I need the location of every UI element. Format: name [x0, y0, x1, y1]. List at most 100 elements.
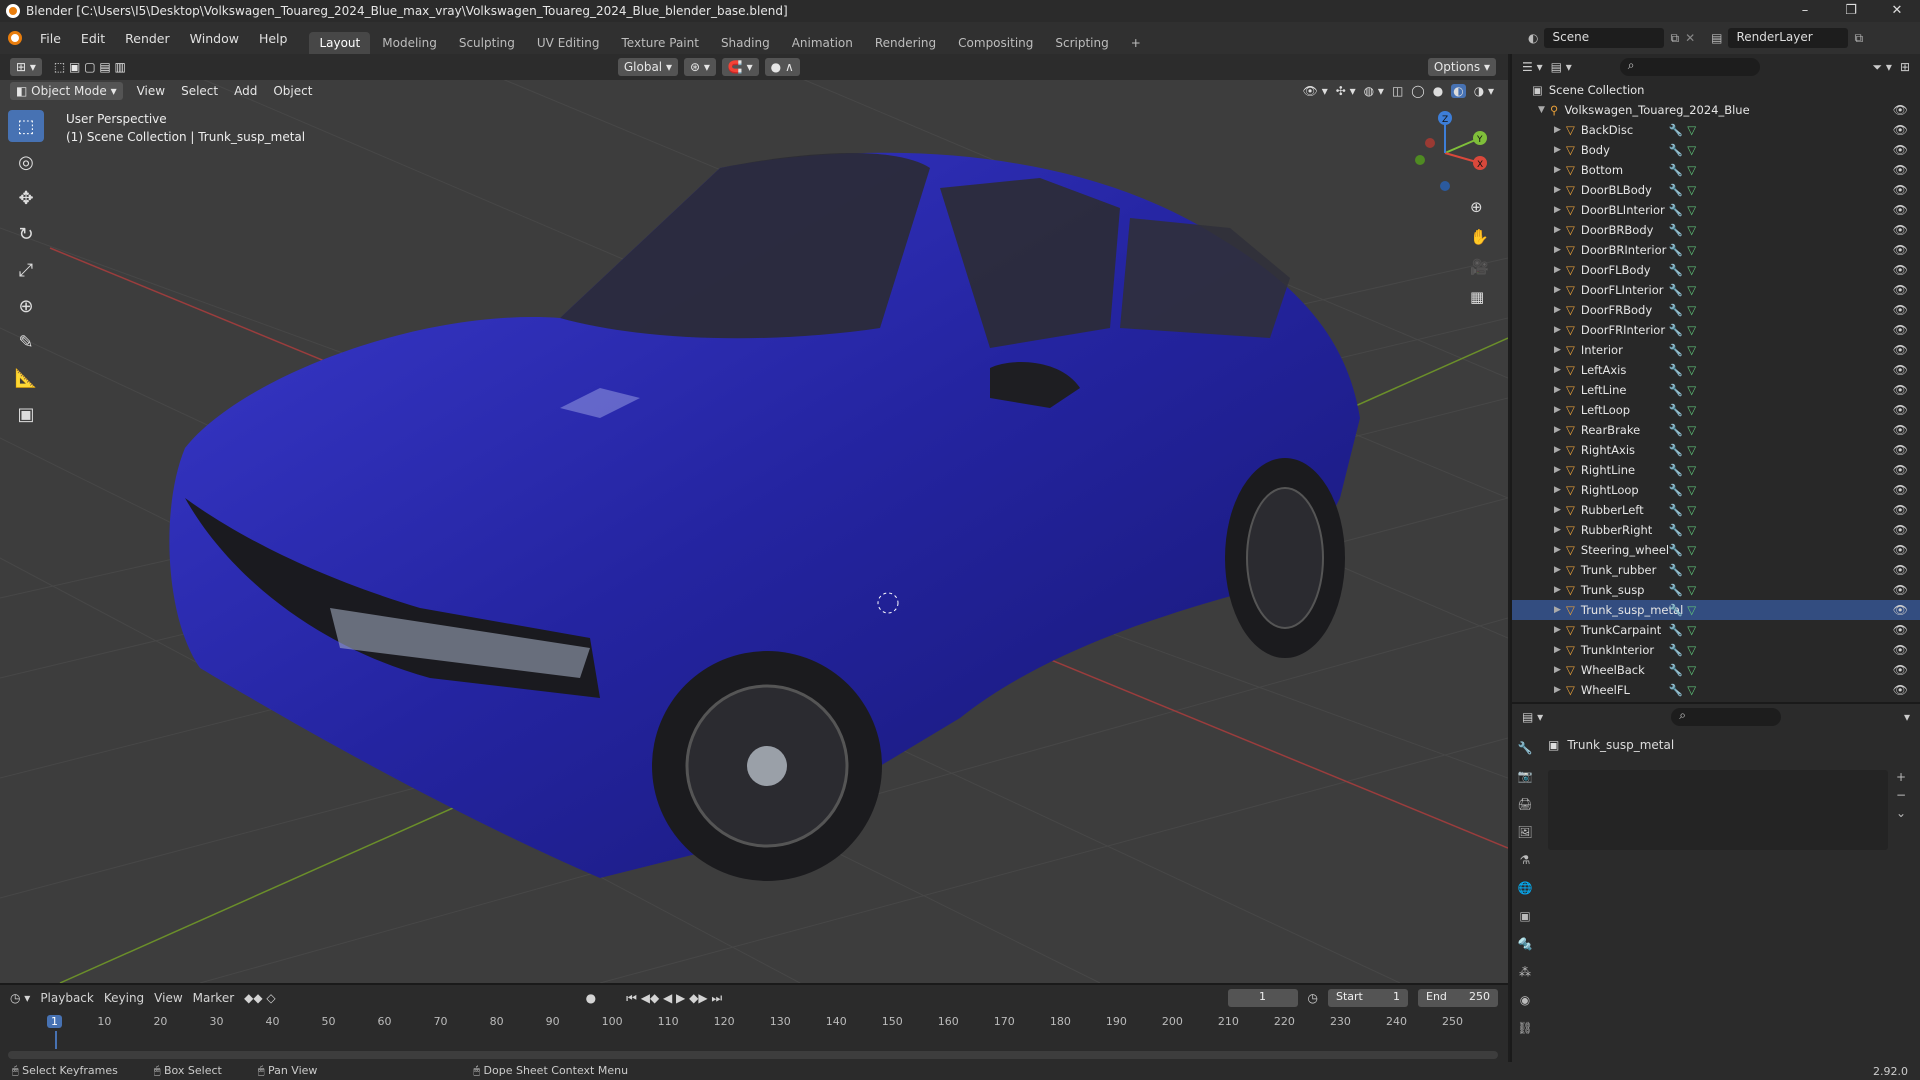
modifier-wrench-icon[interactable]: 🔧 [1669, 563, 1683, 577]
mesh-data-icon[interactable]: ▽ [1687, 523, 1696, 537]
mesh-data-icon[interactable]: ▽ [1687, 403, 1696, 417]
tab-compositing[interactable]: Compositing [948, 32, 1043, 54]
expand-arrow-icon[interactable]: ▶ [1554, 365, 1562, 375]
editor-type-button[interactable]: ⊞ ▾ [10, 58, 42, 76]
eye-icon[interactable]: 👁 [1893, 403, 1908, 417]
expand-arrow-icon[interactable]: ▶ [1554, 145, 1562, 155]
timeline-editor-type-icon[interactable]: ◷ ▾ [10, 991, 30, 1005]
modifier-wrench-icon[interactable]: 🔧 [1669, 243, 1683, 257]
mesh-data-icon[interactable]: ▽ [1687, 163, 1696, 177]
snap-toggle[interactable]: 🧲 ▾ [721, 58, 759, 76]
playback-controls[interactable]: ⏮ ◀◆ ◀ ▶ ◆▶ ⏭ [626, 991, 722, 1006]
properties-options-icon[interactable]: ▾ [1904, 710, 1910, 724]
outliner-item-rightline[interactable]: ▶ ▽ RightLine 🔧 ▽ 👁 [1512, 460, 1920, 480]
modifier-wrench-icon[interactable]: 🔧 [1669, 463, 1683, 477]
add-cube-tool[interactable]: ▣ [8, 398, 44, 430]
scene-name-field[interactable]: Scene [1544, 28, 1665, 48]
mesh-data-icon[interactable]: ▽ [1687, 603, 1696, 617]
copy-scene-icon[interactable]: ⧉ [1670, 31, 1679, 46]
car-model[interactable] [169, 152, 1360, 881]
render-tab-icon[interactable]: 📷 [1512, 762, 1538, 790]
minimize-button[interactable]: – [1782, 0, 1828, 22]
modifier-wrench-icon[interactable]: 🔧 [1669, 583, 1683, 597]
pivot-dropdown[interactable]: ⊛ ▾ [683, 58, 716, 76]
outliner-item-rightaxis[interactable]: ▶ ▽ RightAxis 🔧 ▽ 👁 [1512, 440, 1920, 460]
menu-help[interactable]: Help [249, 31, 298, 46]
scene-tab-icon[interactable]: ⚗ [1512, 846, 1538, 874]
remove-slot-button[interactable]: − [1896, 788, 1906, 802]
new-collection-icon[interactable]: ⊞ [1900, 60, 1910, 74]
zoom-icon[interactable]: ⊕ [1470, 198, 1489, 216]
xray-toggle-icon[interactable]: ◫ [1392, 84, 1403, 98]
mesh-data-icon[interactable]: ▽ [1687, 323, 1696, 337]
move-tool[interactable]: ✥ [8, 182, 44, 214]
wireframe-shading-icon[interactable]: ◯ [1411, 84, 1424, 98]
mesh-data-icon[interactable]: ▽ [1687, 283, 1696, 297]
camera-view-icon[interactable]: 🎥 [1470, 258, 1489, 276]
expand-arrow-icon[interactable]: ▶ [1554, 465, 1562, 475]
expand-arrow-icon[interactable]: ▶ [1554, 565, 1562, 575]
modifier-wrench-icon[interactable]: 🔧 [1669, 403, 1683, 417]
modifier-wrench-icon[interactable]: 🔧 [1669, 683, 1683, 697]
playhead-line[interactable] [55, 1031, 57, 1049]
eye-icon[interactable]: 👁 [1893, 543, 1908, 557]
eye-icon[interactable]: 👁 [1893, 303, 1908, 317]
mesh-data-icon[interactable]: ▽ [1687, 583, 1696, 597]
eye-icon[interactable]: 👁 [1893, 383, 1908, 397]
expand-arrow-icon[interactable]: ▶ [1554, 665, 1562, 675]
3d-viewport[interactable]: User Perspective (1) Scene Collection | … [0, 78, 1508, 983]
tab-scripting[interactable]: Scripting [1045, 32, 1118, 54]
expand-arrow-icon[interactable]: ▶ [1554, 485, 1562, 495]
eye-icon[interactable]: 👁 [1893, 343, 1908, 357]
eye-icon[interactable]: 👁 [1893, 523, 1908, 537]
proportional-toggle[interactable]: ● ∧ [764, 58, 800, 76]
expand-arrow-icon[interactable]: ▶ [1554, 245, 1562, 255]
tab-layout[interactable]: Layout [309, 32, 371, 54]
eye-icon[interactable]: 👁 [1893, 483, 1908, 497]
maximize-button[interactable]: ❐ [1828, 0, 1874, 22]
outliner-item-trunk-rubber[interactable]: ▶ ▽ Trunk_rubber 🔧 ▽ 👁 [1512, 560, 1920, 580]
mesh-data-icon[interactable]: ▽ [1687, 383, 1696, 397]
outliner-item-rightloop[interactable]: ▶ ▽ RightLoop 🔧 ▽ 👁 [1512, 480, 1920, 500]
outliner-item-body[interactable]: ▶ ▽ Body 🔧 ▽ 👁 [1512, 140, 1920, 160]
add-slot-button[interactable]: + [1896, 770, 1906, 784]
eye-icon[interactable]: 👁 [1893, 143, 1908, 157]
cursor-tool[interactable]: ◎ [8, 146, 44, 178]
remove-scene-icon[interactable]: ✕ [1685, 31, 1695, 45]
outliner-item-rubberright[interactable]: ▶ ▽ RubberRight 🔧 ▽ 👁 [1512, 520, 1920, 540]
mesh-data-icon[interactable]: ▽ [1687, 363, 1696, 377]
expand-arrow-icon[interactable]: ▶ [1554, 525, 1562, 535]
menu-file[interactable]: File [30, 31, 71, 46]
mesh-data-icon[interactable]: ▽ [1687, 643, 1696, 657]
outliner-collection-row[interactable]: ▼ ⚲ Volkswagen_Touareg_2024_Blue 👁 [1512, 100, 1920, 120]
current-frame-marker[interactable]: 1 [47, 1015, 62, 1028]
render-layer-field[interactable]: RenderLayer [1728, 28, 1849, 48]
outliner-item-trunkcarpaint[interactable]: ▶ ▽ TrunkCarpaint 🔧 ▽ 👁 [1512, 620, 1920, 640]
visibility-icon[interactable]: 👁 ▾ [1303, 84, 1328, 98]
modifier-wrench-icon[interactable]: 🔧 [1669, 363, 1683, 377]
timeline-menu-playback[interactable]: Playback [40, 991, 94, 1005]
measure-tool[interactable]: 📐 [8, 362, 44, 394]
stopwatch-icon[interactable]: ◷ [1308, 991, 1318, 1005]
modifier-wrench-icon[interactable]: 🔧 [1669, 303, 1683, 317]
pan-hand-icon[interactable]: ✋ [1470, 228, 1489, 246]
modifier-wrench-icon[interactable]: 🔧 [1669, 663, 1683, 677]
mesh-data-icon[interactable]: ▽ [1687, 623, 1696, 637]
outliner-item-wheelback[interactable]: ▶ ▽ WheelBack 🔧 ▽ 👁 [1512, 660, 1920, 680]
solid-shading-icon[interactable]: ● [1433, 84, 1443, 98]
mesh-data-icon[interactable]: ▽ [1687, 683, 1696, 697]
expand-arrow-icon[interactable]: ▶ [1554, 605, 1562, 615]
end-frame-field[interactable]: End 250 [1418, 989, 1498, 1007]
outliner-item-bottom[interactable]: ▶ ▽ Bottom 🔧 ▽ 👁 [1512, 160, 1920, 180]
mesh-data-icon[interactable]: ▽ [1687, 203, 1696, 217]
tab-uv-editing[interactable]: UV Editing [527, 32, 610, 54]
start-frame-field[interactable]: Start 1 [1328, 989, 1408, 1007]
constraints-tab-icon[interactable]: ⛓ [1512, 1014, 1538, 1042]
timeline-scrollbar[interactable] [8, 1051, 1498, 1059]
outliner-item-doorfrinterior[interactable]: ▶ ▽ DoorFRInterior 🔧 ▽ 👁 [1512, 320, 1920, 340]
eye-icon[interactable]: 👁 [1893, 583, 1908, 597]
material-shading-icon[interactable]: ◐ [1451, 84, 1466, 98]
outliner-item-doorbrinterior[interactable]: ▶ ▽ DoorBRInterior 🔧 ▽ 👁 [1512, 240, 1920, 260]
eye-icon[interactable]: 👁 [1893, 563, 1908, 577]
modifier-wrench-icon[interactable]: 🔧 [1669, 163, 1683, 177]
